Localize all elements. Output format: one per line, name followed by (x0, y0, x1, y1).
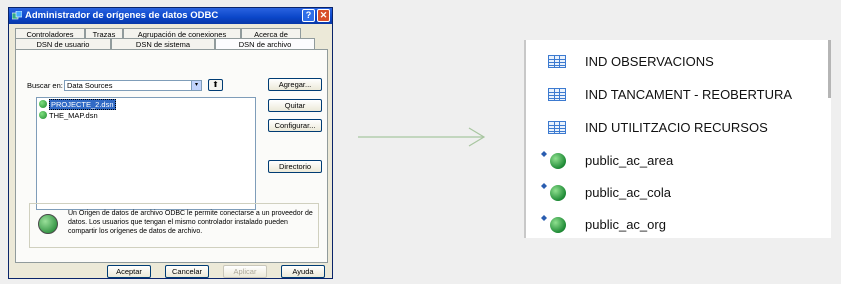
list-item[interactable]: public_ac_cola (526, 179, 826, 209)
remove-button[interactable]: Quitar (268, 99, 322, 112)
list-item[interactable]: IND TANCAMENT - REOBERTURA (526, 81, 826, 111)
file-list[interactable]: PROJECTE_2.dsn THE_MAP.dsn (36, 97, 256, 210)
diamond-marker-icon (541, 183, 547, 189)
info-text: Un Origen de datos de archivo ODBC le pe… (68, 210, 313, 235)
accept-button[interactable]: Aceptar (107, 265, 151, 278)
diamond-marker-icon (541, 151, 547, 157)
file-item[interactable]: PROJECTE_2.dsn (39, 99, 116, 110)
table-icon (548, 121, 566, 134)
file-item[interactable]: THE_MAP.dsn (39, 111, 98, 121)
info-box: Un Origen de datos de archivo ODBC le pe… (29, 203, 319, 248)
chevron-down-icon[interactable]: ▾ (191, 81, 201, 90)
list-item[interactable]: IND UTILITZACIO RECURSOS (526, 114, 826, 144)
close-button[interactable]: ✕ (317, 9, 330, 22)
table-icon (548, 88, 566, 101)
search-location-dropdown[interactable]: Data Sources ▾ (64, 80, 202, 91)
globe-icon (550, 185, 566, 201)
window-title: Administrador de orígenes de datos ODBC (25, 10, 219, 21)
globe-icon (550, 153, 566, 169)
list-item[interactable]: public_ac_org (526, 211, 826, 241)
up-folder-button[interactable]: ⬆ (208, 79, 223, 91)
dsn-file-icon (39, 111, 47, 119)
odbc-app-icon (12, 11, 22, 20)
apply-button[interactable]: Aplicar (223, 265, 267, 278)
globe-icon (38, 214, 58, 234)
search-location-value: Data Sources (67, 81, 113, 90)
configure-button[interactable]: Configurar... (268, 119, 322, 132)
dsn-file-icon (39, 100, 47, 108)
odbc-dialog: Administrador de orígenes de datos ODBC … (8, 7, 333, 279)
scrollbar[interactable] (828, 40, 831, 98)
help-button[interactable]: Ayuda (281, 265, 325, 278)
cancel-button[interactable]: Cancelar (165, 265, 209, 278)
arrow-right-icon (358, 127, 486, 147)
help-title-button[interactable]: ? (302, 9, 315, 22)
slide-background: Administrador de orígenes de datos ODBC … (0, 0, 841, 284)
directory-button[interactable]: Directorio (268, 160, 322, 173)
search-label: Buscar en: (27, 81, 63, 90)
list-item[interactable]: IND OBSERVACIONS (526, 48, 826, 78)
list-item[interactable]: public_ac_area (526, 147, 826, 177)
title-bar[interactable]: Administrador de orígenes de datos ODBC … (9, 8, 332, 24)
add-button[interactable]: Agregar... (268, 78, 322, 91)
up-folder-icon: ⬆ (212, 80, 219, 89)
catalog-list: IND OBSERVACIONS IND TANCAMENT - REOBERT… (524, 40, 831, 238)
table-icon (548, 55, 566, 68)
diamond-marker-icon (541, 215, 547, 221)
globe-icon (550, 217, 566, 233)
